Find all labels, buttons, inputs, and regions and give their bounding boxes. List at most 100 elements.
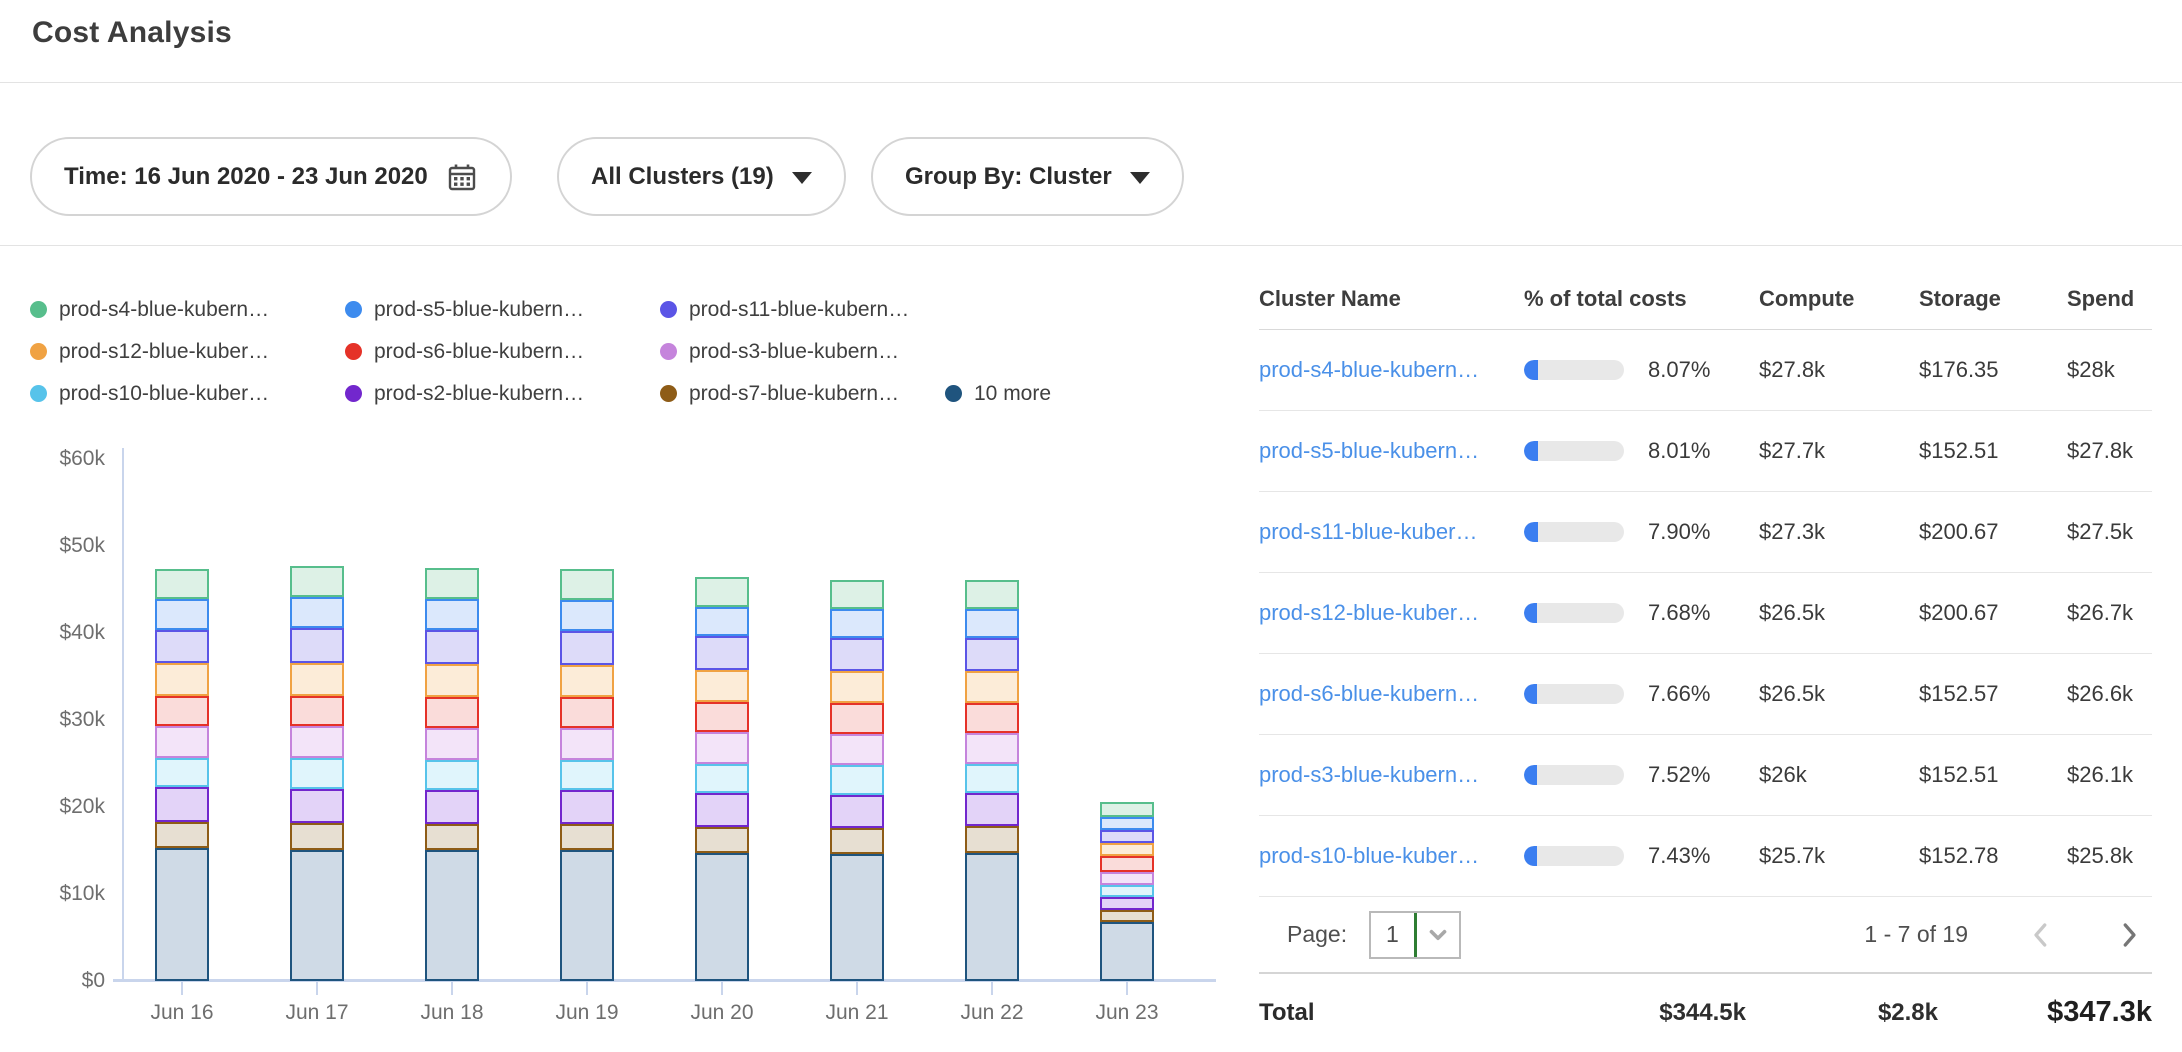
bar-segment[interactable] <box>695 732 749 764</box>
legend-item[interactable]: prod-s10-blue-kuber… <box>30 380 345 407</box>
bar-segment[interactable] <box>1100 897 1154 910</box>
bar-segment[interactable] <box>425 664 479 697</box>
bar-segment[interactable] <box>155 822 209 848</box>
bar-segment[interactable] <box>965 853 1019 981</box>
bar-segment[interactable] <box>1100 872 1154 885</box>
cluster-name-link[interactable]: prod-s5-blue-kubern… <box>1259 438 1524 464</box>
bar-segment[interactable] <box>560 569 614 600</box>
bar-segment[interactable] <box>695 793 749 827</box>
bar-segment[interactable] <box>425 824 479 850</box>
bar-segment[interactable] <box>290 597 344 627</box>
bar-segment[interactable] <box>695 670 749 702</box>
bar-segment[interactable] <box>695 636 749 669</box>
bar-segment[interactable] <box>1100 802 1154 818</box>
bar-segment[interactable] <box>425 599 479 630</box>
bar-segment[interactable] <box>695 764 749 793</box>
bar-segment[interactable] <box>290 789 344 823</box>
bar-segment[interactable] <box>965 580 1019 609</box>
bar-segment[interactable] <box>965 671 1019 703</box>
bar-segment[interactable] <box>1100 830 1154 843</box>
bar-segment[interactable] <box>1100 910 1154 922</box>
cluster-name-link[interactable]: prod-s12-blue-kuber… <box>1259 600 1524 626</box>
bar-segment[interactable] <box>290 696 344 726</box>
bar-segment[interactable] <box>965 826 1019 853</box>
bar-segment[interactable] <box>1100 922 1154 981</box>
bar-segment[interactable] <box>290 850 344 981</box>
bar-segment[interactable] <box>965 793 1019 826</box>
previous-page-button[interactable] <box>2026 920 2056 950</box>
legend-item[interactable]: prod-s2-blue-kubern… <box>345 380 660 407</box>
bar-segment[interactable] <box>560 760 614 790</box>
bar-segment[interactable] <box>1100 856 1154 873</box>
legend-item[interactable]: prod-s11-blue-kubern… <box>660 296 945 323</box>
bar-segment[interactable] <box>425 568 479 599</box>
bar-segment[interactable] <box>425 728 479 760</box>
bar-segment[interactable] <box>1100 843 1154 856</box>
bar-segment[interactable] <box>965 764 1019 793</box>
legend-item[interactable]: prod-s3-blue-kubern… <box>660 338 945 365</box>
bar-segment[interactable] <box>155 663 209 695</box>
bar-segment[interactable] <box>425 790 479 824</box>
legend-item[interactable]: 10 more <box>945 380 1051 407</box>
bar-segment[interactable] <box>290 663 344 696</box>
bar-segment[interactable] <box>830 638 884 671</box>
cluster-name-link[interactable]: prod-s6-blue-kubern… <box>1259 681 1524 707</box>
legend-item[interactable]: prod-s12-blue-kuber… <box>30 338 345 365</box>
page-select[interactable]: 1 <box>1369 911 1461 959</box>
bar-segment[interactable] <box>830 765 884 795</box>
group-by-filter-button[interactable]: Group By: Cluster <box>871 137 1184 216</box>
legend-item[interactable]: prod-s4-blue-kubern… <box>30 296 345 323</box>
cluster-name-link[interactable]: prod-s3-blue-kubern… <box>1259 762 1524 788</box>
bar-segment[interactable] <box>965 703 1019 733</box>
bar-segment[interactable] <box>560 665 614 697</box>
legend-item[interactable]: prod-s5-blue-kubern… <box>345 296 660 323</box>
bar-segment[interactable] <box>560 728 614 760</box>
bar-segment[interactable] <box>155 726 209 758</box>
bar-segment[interactable] <box>290 726 344 758</box>
bar-segment[interactable] <box>965 733 1019 764</box>
bar-segment[interactable] <box>155 599 209 629</box>
next-page-button[interactable] <box>2114 920 2144 950</box>
bar-segment[interactable] <box>560 850 614 981</box>
legend-item[interactable]: prod-s6-blue-kubern… <box>345 338 660 365</box>
bar-segment[interactable] <box>560 631 614 665</box>
bar-segment[interactable] <box>830 795 884 828</box>
bar-segment[interactable] <box>830 609 884 639</box>
bar-segment[interactable] <box>830 854 884 981</box>
bar-segment[interactable] <box>830 828 884 854</box>
cluster-name-link[interactable]: prod-s4-blue-kubern… <box>1259 357 1524 383</box>
bar-segment[interactable] <box>695 827 749 853</box>
bar-segment[interactable] <box>155 630 209 664</box>
bar-segment[interactable] <box>830 580 884 609</box>
bar-segment[interactable] <box>290 758 344 788</box>
legend-item[interactable]: prod-s7-blue-kubern… <box>660 380 945 407</box>
bar-segment[interactable] <box>560 600 614 631</box>
time-range-filter-button[interactable]: Time: 16 Jun 2020 - 23 Jun 2020 <box>30 137 512 216</box>
bar-segment[interactable] <box>1100 885 1154 896</box>
bar-segment[interactable] <box>425 850 479 981</box>
bar-segment[interactable] <box>425 697 479 727</box>
bar-segment[interactable] <box>695 577 749 607</box>
cluster-name-link[interactable]: prod-s10-blue-kuber… <box>1259 843 1524 869</box>
bar-segment[interactable] <box>695 607 749 637</box>
bar-segment[interactable] <box>290 823 344 850</box>
bar-segment[interactable] <box>425 760 479 790</box>
bar-segment[interactable] <box>830 734 884 765</box>
bar-segment[interactable] <box>830 671 884 703</box>
bar-segment[interactable] <box>290 566 344 597</box>
bar-segment[interactable] <box>425 630 479 664</box>
bar-segment[interactable] <box>155 569 209 599</box>
cluster-name-link[interactable]: prod-s11-blue-kuber… <box>1259 519 1524 545</box>
bar-segment[interactable] <box>965 638 1019 671</box>
bar-segment[interactable] <box>155 758 209 787</box>
clusters-filter-button[interactable]: All Clusters (19) <box>557 137 846 216</box>
bar-segment[interactable] <box>155 787 209 822</box>
bar-segment[interactable] <box>560 697 614 727</box>
bar-segment[interactable] <box>965 609 1019 639</box>
bar-segment[interactable] <box>695 853 749 981</box>
bar-segment[interactable] <box>560 790 614 824</box>
bar-segment[interactable] <box>155 696 209 726</box>
bar-segment[interactable] <box>560 824 614 850</box>
bar-segment[interactable] <box>695 702 749 732</box>
bar-segment[interactable] <box>830 703 884 733</box>
